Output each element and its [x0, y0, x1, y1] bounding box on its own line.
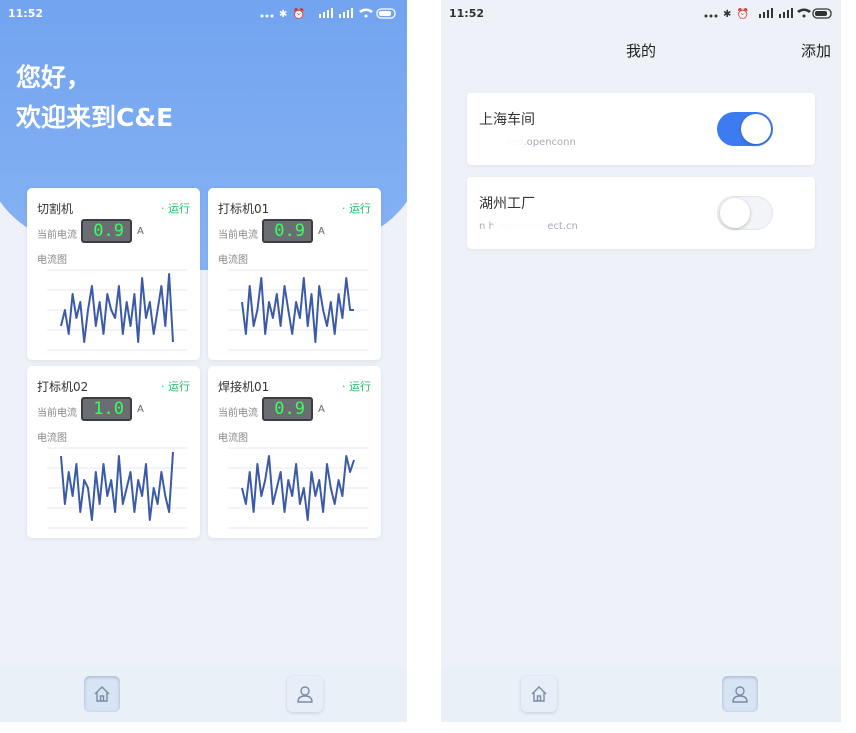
status-icons-svg: ✱ ⏰ — [260, 7, 396, 20]
chart-label: 电流图 — [218, 433, 248, 444]
user-icon — [297, 686, 313, 703]
add-button[interactable]: 添加 — [801, 40, 831, 61]
current-unit: A — [318, 226, 325, 237]
machine-name: 焊接机01 — [218, 380, 270, 394]
nav-profile-button[interactable] — [287, 676, 323, 712]
machine-name: 切割机 — [37, 202, 74, 216]
redaction-smudge — [597, 131, 667, 155]
current-wave-chart — [47, 269, 187, 351]
bottom-nav — [0, 666, 407, 722]
chart-label: 电流图 — [37, 433, 67, 444]
machine-card[interactable]: 打标机01 · 运行 当前电流 0.9 A 电流图 — [208, 188, 381, 360]
status-bar: 11:52 ✱ ⏰ — [0, 0, 407, 28]
machine-card[interactable]: 打标机02 · 运行 当前电流 1.0 A 电流图 — [27, 366, 200, 538]
current-display: 1.0 — [81, 397, 132, 421]
toggle-knob — [741, 114, 771, 144]
redaction-smudge — [493, 217, 547, 247]
nav-profile-button[interactable] — [722, 676, 758, 712]
greeting-line2: 欢迎来到C&E — [16, 103, 174, 132]
workshop-name: 湖州工厂 — [479, 196, 535, 212]
machine-status: · 运行 — [161, 202, 190, 215]
workshop-card[interactable]: 上海车间 red.openconn — [467, 93, 815, 165]
svg-text:✱ ⏰: ✱ ⏰ — [279, 7, 306, 20]
nav-home-button[interactable] — [521, 676, 557, 712]
machine-name: 打标机02 — [37, 380, 89, 394]
toggle-knob — [720, 198, 750, 228]
machine-card[interactable]: 焊接机01 · 运行 当前电流 0.9 A 电流图 — [208, 366, 381, 538]
workshop-card[interactable]: 湖州工厂 n h.openconnect.cn — [467, 177, 815, 249]
redaction-smudge — [639, 223, 675, 249]
chart-label: 电流图 — [218, 255, 248, 266]
current-label: 当前电流 — [37, 230, 77, 241]
current-display: 0.9 — [262, 219, 313, 243]
status-time: 11:52 — [8, 7, 44, 20]
status-bar: 11:52 ✱ ⏰ — [441, 0, 841, 28]
machine-card[interactable]: 切割机 · 运行 当前电流 0.9 A 电流图 — [27, 188, 200, 360]
status-icons: ✱ ⏰ — [259, 6, 399, 23]
workshop-name: 上海车间 — [479, 112, 535, 128]
home-screen: 11:52 ✱ ⏰ 您好， 欢迎来到C&E 切割机 · 运行 当前电流 0.9 … — [0, 0, 407, 722]
current-wave-line — [60, 273, 174, 343]
chart-label: 电流图 — [37, 255, 67, 266]
workshop-toggle[interactable] — [717, 196, 773, 230]
current-label: 当前电流 — [37, 408, 77, 419]
bottom-nav — [441, 666, 841, 722]
home-icon — [94, 686, 110, 702]
greeting-line1: 您好， — [16, 63, 92, 92]
workshop-toggle[interactable] — [717, 112, 773, 146]
redaction-smudge — [475, 133, 525, 153]
page-title: 我的 — [625, 42, 656, 60]
machine-name: 打标机01 — [218, 202, 270, 216]
current-unit: A — [318, 404, 325, 415]
current-label: 当前电流 — [218, 230, 258, 241]
current-display: 0.9 — [81, 219, 132, 243]
greeting: 您好， 欢迎来到C&E — [16, 58, 173, 138]
user-icon — [732, 686, 748, 703]
current-wave-line — [60, 451, 174, 521]
status-icons-svg: ✱ ⏰ — [704, 7, 832, 20]
current-label: 当前电流 — [218, 408, 258, 419]
current-unit: A — [137, 404, 144, 415]
current-wave-chart — [228, 447, 368, 529]
status-time: 11:52 — [449, 7, 485, 20]
status-icons: ✱ ⏰ — [703, 6, 833, 23]
home-icon — [531, 686, 547, 702]
machine-status: · 运行 — [342, 380, 371, 393]
machine-status: · 运行 — [161, 380, 190, 393]
mine-screen: 11:52 ✱ ⏰ 我的 添加 上海车间 red.openconn 湖州工厂 n — [441, 0, 841, 722]
svg-text:✱ ⏰: ✱ ⏰ — [723, 7, 750, 20]
current-wave-chart — [47, 447, 187, 529]
current-display: 0.9 — [262, 397, 313, 421]
nav-home-button[interactable] — [84, 676, 120, 712]
current-unit: A — [137, 226, 144, 237]
current-wave-chart — [228, 269, 368, 351]
machine-status: · 运行 — [342, 202, 371, 215]
